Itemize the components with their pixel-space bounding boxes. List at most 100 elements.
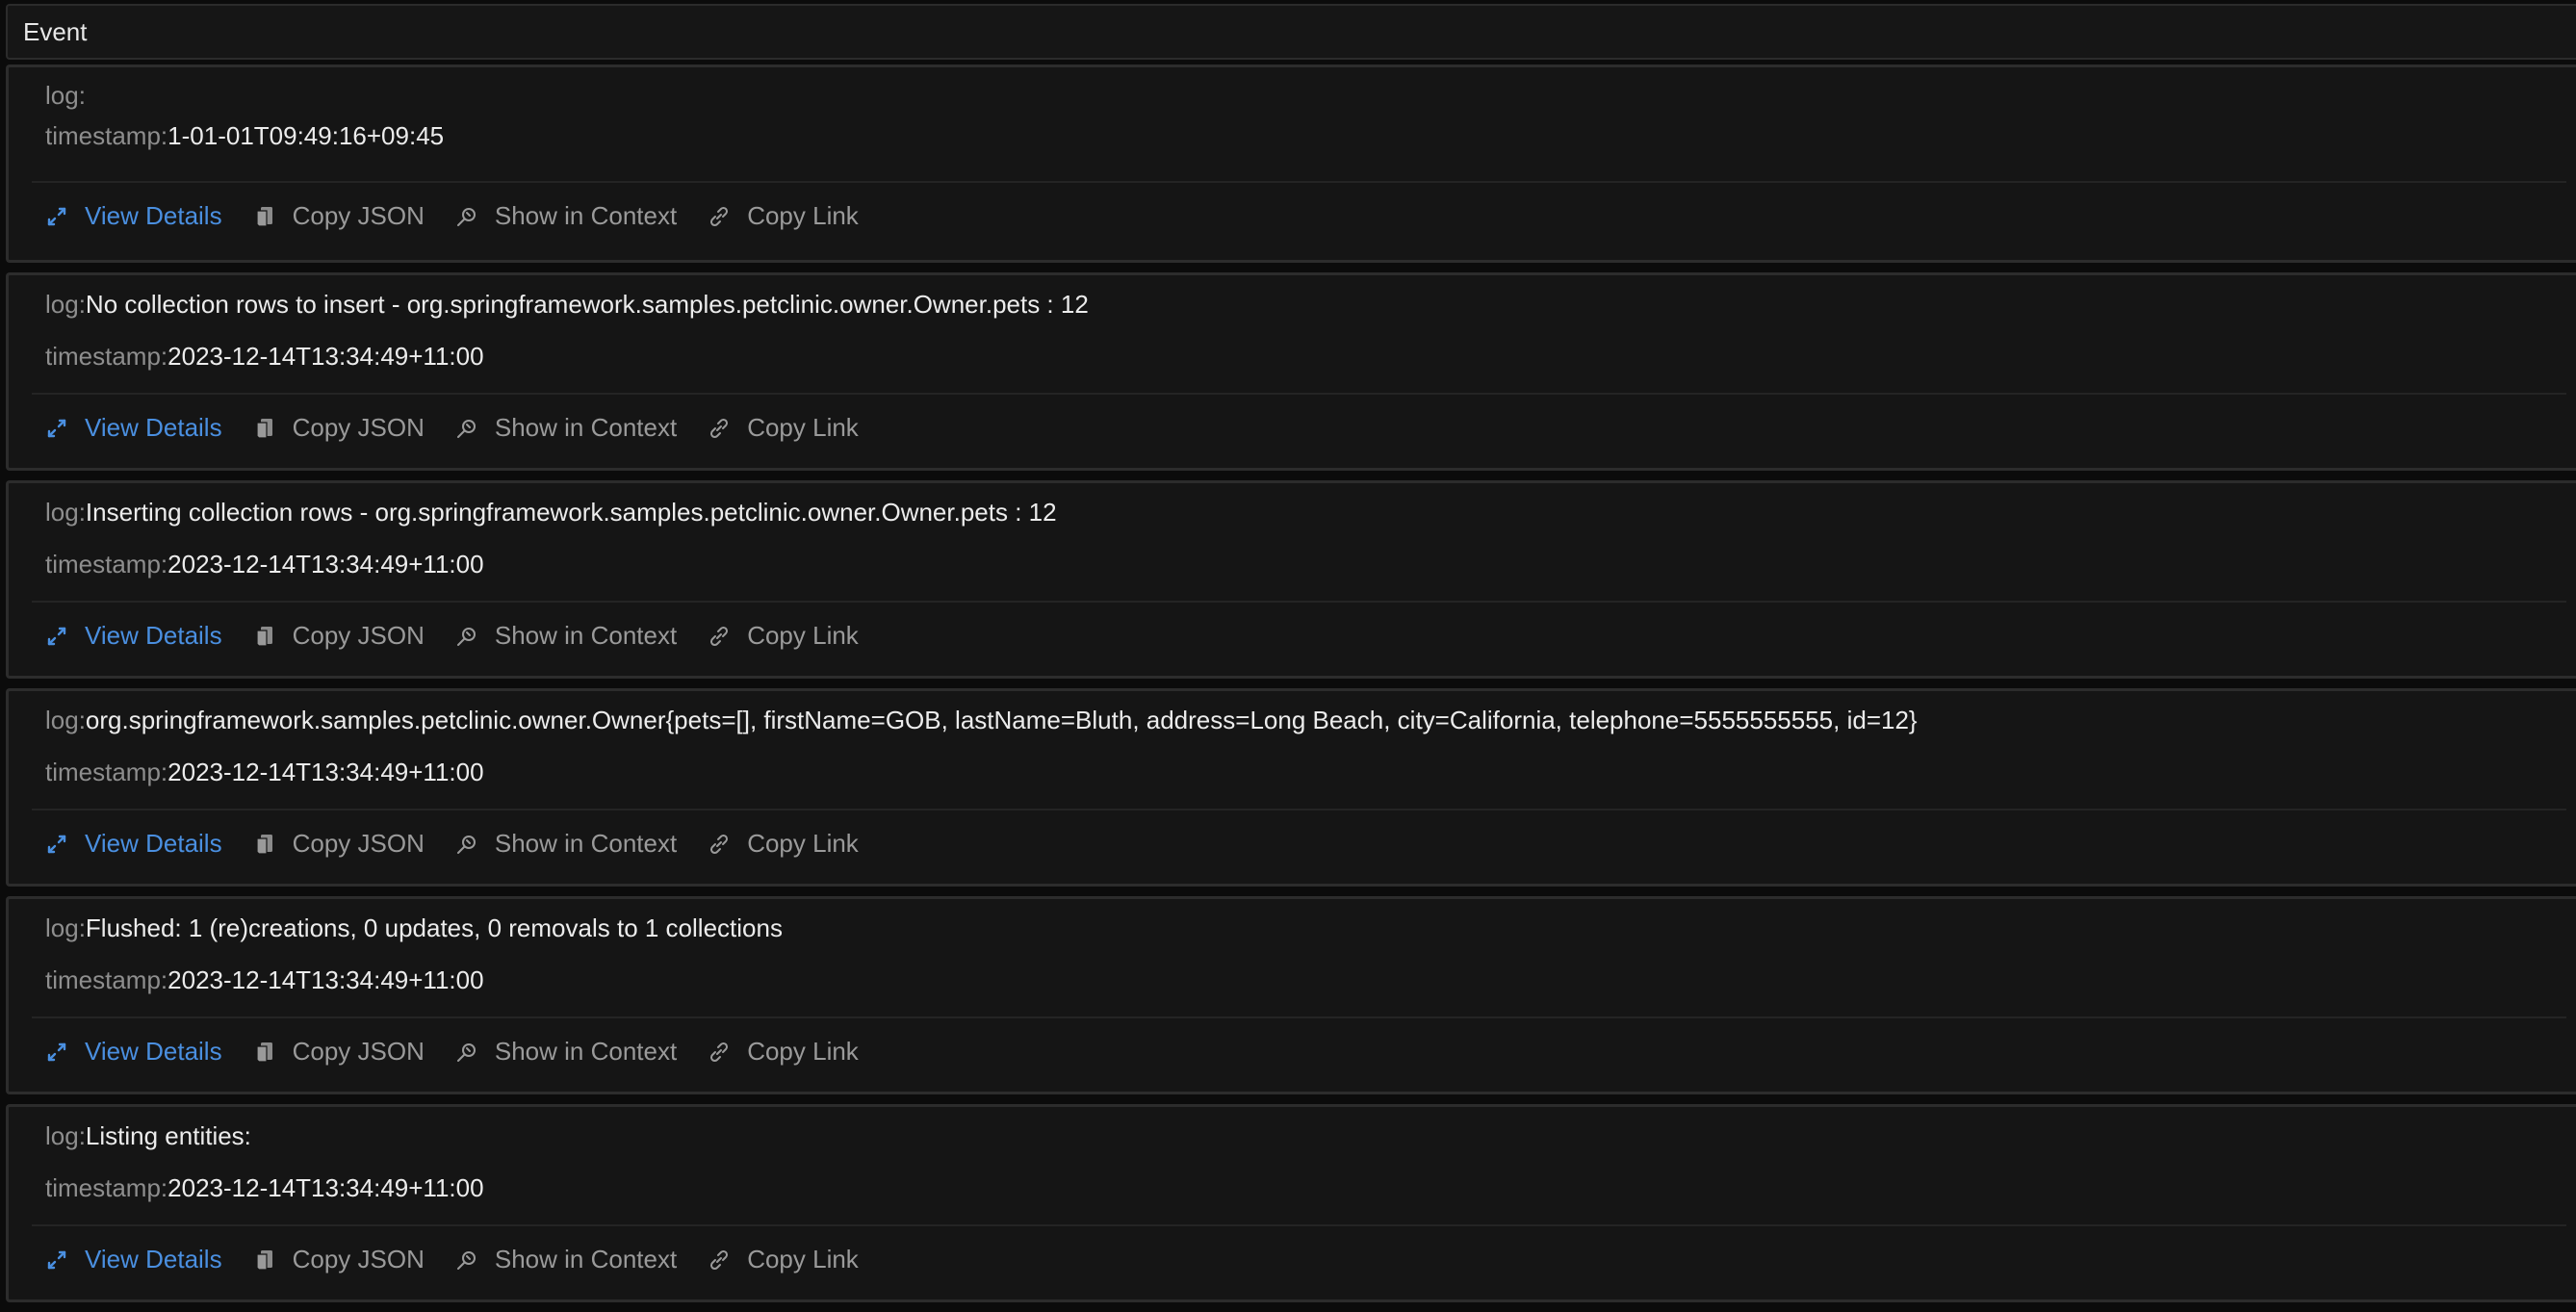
timestamp-field: timestamp:1-01-01T09:49:16+09:45 — [45, 121, 444, 150]
view-details-button[interactable]: View Details — [45, 201, 222, 231]
row-actions: View Details Copy JSON Show in Context C… — [45, 201, 889, 231]
search-context-icon — [456, 419, 476, 438]
divider — [32, 1224, 2566, 1226]
copy-json-button[interactable]: Copy JSON — [253, 1037, 425, 1067]
log-label: log: — [45, 706, 86, 734]
copy-link-label: Copy Link — [747, 201, 859, 230]
view-details-label: View Details — [85, 413, 222, 442]
search-context-icon — [456, 1250, 476, 1270]
row-actions: View Details Copy JSON Show in Context C… — [45, 413, 889, 443]
view-details-button[interactable]: View Details — [45, 621, 222, 651]
show-in-context-button[interactable]: Show in Context — [455, 1245, 677, 1274]
link-icon — [710, 834, 729, 854]
log-value: Inserting collection rows - org.springfr… — [85, 498, 1057, 527]
log-field: log:Listing entities: — [45, 1121, 251, 1150]
log-field: log:Inserting collection rows - org.spri… — [45, 498, 1057, 527]
timestamp-label: timestamp: — [45, 1173, 168, 1202]
log-value: Flushed: 1 (re)creations, 0 updates, 0 r… — [85, 913, 783, 942]
timestamp-label: timestamp: — [45, 965, 168, 994]
event-row: log:Flushed: 1 (re)creations, 0 updates,… — [6, 896, 2576, 1094]
timestamp-field: timestamp:2023-12-14T13:34:49+11:00 — [45, 550, 484, 579]
link-icon — [710, 1249, 729, 1270]
divider — [32, 393, 2566, 395]
log-field: log:Flushed: 1 (re)creations, 0 updates,… — [45, 913, 783, 942]
event-list: log: timestamp:1-01-01T09:49:16+09:45 Vi… — [6, 64, 2576, 1302]
view-details-button[interactable]: View Details — [45, 1245, 222, 1274]
search-context-icon — [456, 1042, 476, 1062]
view-details-label: View Details — [85, 1245, 222, 1273]
divider — [32, 601, 2566, 603]
copy-link-button[interactable]: Copy Link — [708, 621, 859, 651]
copy-json-button[interactable]: Copy JSON — [253, 621, 425, 651]
copy-link-button[interactable]: Copy Link — [708, 201, 859, 231]
timestamp-value: 1-01-01T09:49:16+09:45 — [167, 121, 445, 150]
link-icon — [710, 1042, 729, 1062]
copy-link-label: Copy Link — [747, 413, 859, 442]
divider — [32, 1016, 2566, 1018]
show-in-context-button[interactable]: Show in Context — [455, 201, 677, 231]
copy-link-label: Copy Link — [747, 829, 859, 858]
timestamp-value: 2023-12-14T13:34:49+11:00 — [167, 758, 484, 786]
view-details-label: View Details — [85, 201, 222, 230]
show-in-context-label: Show in Context — [494, 1245, 678, 1273]
expand-icon — [47, 207, 66, 225]
copy-link-button[interactable]: Copy Link — [708, 829, 859, 859]
copy-json-button[interactable]: Copy JSON — [253, 413, 425, 443]
timestamp-label: timestamp: — [45, 550, 168, 579]
copy-json-label: Copy JSON — [292, 621, 425, 650]
timestamp-value: 2023-12-14T13:34:49+11:00 — [167, 1173, 484, 1202]
timestamp-field: timestamp:2023-12-14T13:34:49+11:00 — [45, 965, 484, 994]
timestamp-label: timestamp: — [45, 121, 168, 150]
view-details-button[interactable]: View Details — [45, 829, 222, 859]
copy-json-button[interactable]: Copy JSON — [253, 201, 425, 231]
view-details-button[interactable]: View Details — [45, 413, 222, 443]
show-in-context-button[interactable]: Show in Context — [455, 413, 677, 443]
event-panel: Event log: timestamp:1-01-01T09:49:16+09… — [6, 4, 2576, 1312]
expand-icon — [47, 835, 66, 853]
copy-json-label: Copy JSON — [292, 201, 425, 230]
copy-icon — [255, 418, 272, 439]
event-row: log: timestamp:1-01-01T09:49:16+09:45 Vi… — [6, 64, 2576, 263]
show-in-context-button[interactable]: Show in Context — [455, 829, 677, 859]
copy-json-label: Copy JSON — [292, 829, 425, 858]
event-column-header[interactable]: Event — [6, 4, 2576, 60]
timestamp-field: timestamp:2023-12-14T13:34:49+11:00 — [45, 1173, 484, 1202]
expand-icon — [47, 1042, 66, 1061]
show-in-context-button[interactable]: Show in Context — [455, 1037, 677, 1067]
timestamp-label: timestamp: — [45, 758, 168, 786]
timestamp-value: 2023-12-14T13:34:49+11:00 — [167, 965, 484, 994]
show-in-context-button[interactable]: Show in Context — [455, 621, 677, 651]
row-actions: View Details Copy JSON Show in Context C… — [45, 1037, 889, 1067]
view-details-button[interactable]: View Details — [45, 1037, 222, 1067]
log-label: log: — [45, 290, 86, 319]
event-row: log:Listing entities: timestamp:2023-12-… — [6, 1104, 2576, 1302]
expand-icon — [47, 1250, 66, 1269]
copy-icon — [255, 206, 272, 227]
view-details-label: View Details — [85, 1037, 222, 1066]
copy-icon — [255, 626, 272, 647]
copy-link-button[interactable]: Copy Link — [708, 1037, 859, 1067]
copy-json-label: Copy JSON — [292, 413, 425, 442]
show-in-context-label: Show in Context — [494, 829, 678, 858]
search-context-icon — [456, 207, 476, 226]
log-field: log: — [45, 81, 86, 110]
link-icon — [710, 626, 729, 646]
link-icon — [710, 206, 729, 226]
log-field: log:No collection rows to insert - org.s… — [45, 290, 1089, 319]
copy-link-label: Copy Link — [747, 621, 859, 650]
copy-link-label: Copy Link — [747, 1245, 859, 1273]
copy-icon — [255, 834, 272, 855]
timestamp-value: 2023-12-14T13:34:49+11:00 — [167, 342, 484, 371]
log-field: log:org.springframework.samples.petclini… — [45, 706, 1918, 734]
log-label: log: — [45, 913, 86, 942]
copy-link-button[interactable]: Copy Link — [708, 1245, 859, 1274]
copy-json-button[interactable]: Copy JSON — [253, 1245, 425, 1274]
row-actions: View Details Copy JSON Show in Context C… — [45, 829, 889, 859]
log-value: Listing entities: — [85, 1121, 251, 1150]
copy-link-button[interactable]: Copy Link — [708, 413, 859, 443]
event-row: log:org.springframework.samples.petclini… — [6, 688, 2576, 887]
event-row: log:Inserting collection rows - org.spri… — [6, 480, 2576, 679]
link-icon — [710, 418, 729, 438]
event-row: log:No collection rows to insert - org.s… — [6, 272, 2576, 471]
copy-json-button[interactable]: Copy JSON — [253, 829, 425, 859]
